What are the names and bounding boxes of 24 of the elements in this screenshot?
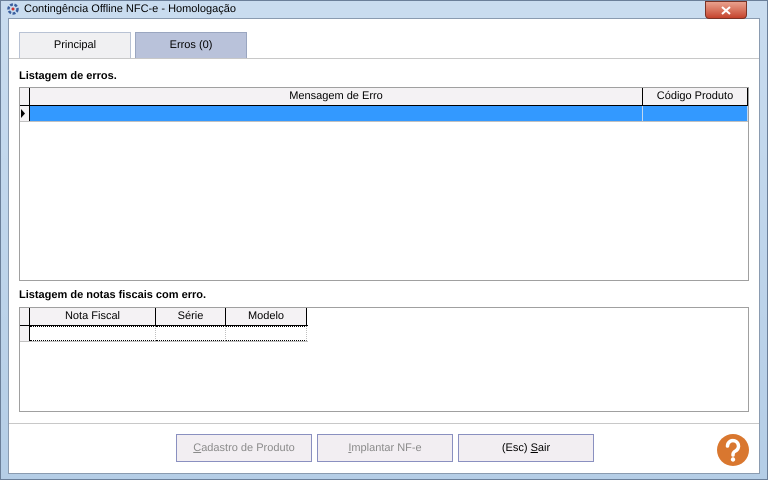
table-cell [156,326,226,340]
close-icon [721,6,731,14]
action-button[interactable]: (Esc) Sair [458,434,594,462]
column-header[interactable]: Mensagem de Erro [30,88,643,105]
column-header[interactable]: Nota Fiscal [30,308,156,324]
tab[interactable]: Erros (0) [135,32,247,58]
column-header[interactable]: Série [156,308,226,324]
row-pointer-icon [20,109,26,118]
row-indicator[interactable] [20,106,30,121]
section-label: Listagem de erros. [19,68,118,84]
section-label: Listagem de notas fiscais com erro. [19,288,208,303]
header-corner [20,308,30,324]
column-header[interactable]: Modelo [226,308,307,324]
invoices-grid[interactable]: Nota Fiscal Série Modelo [19,306,749,412]
help-icon[interactable] [717,434,749,466]
close-button[interactable] [705,1,747,19]
tab[interactable]: Principal [19,32,131,58]
column-header[interactable]: Código Produto [643,88,748,105]
row-indicator[interactable] [20,326,30,340]
errors-grid[interactable]: Mensagem de Erro Código Produto [19,87,749,281]
app-icon [7,3,19,16]
window-title: Contingência Offline NFC-e - Homologação [24,2,236,17]
header-corner [20,88,30,105]
table-row[interactable] [20,326,308,342]
